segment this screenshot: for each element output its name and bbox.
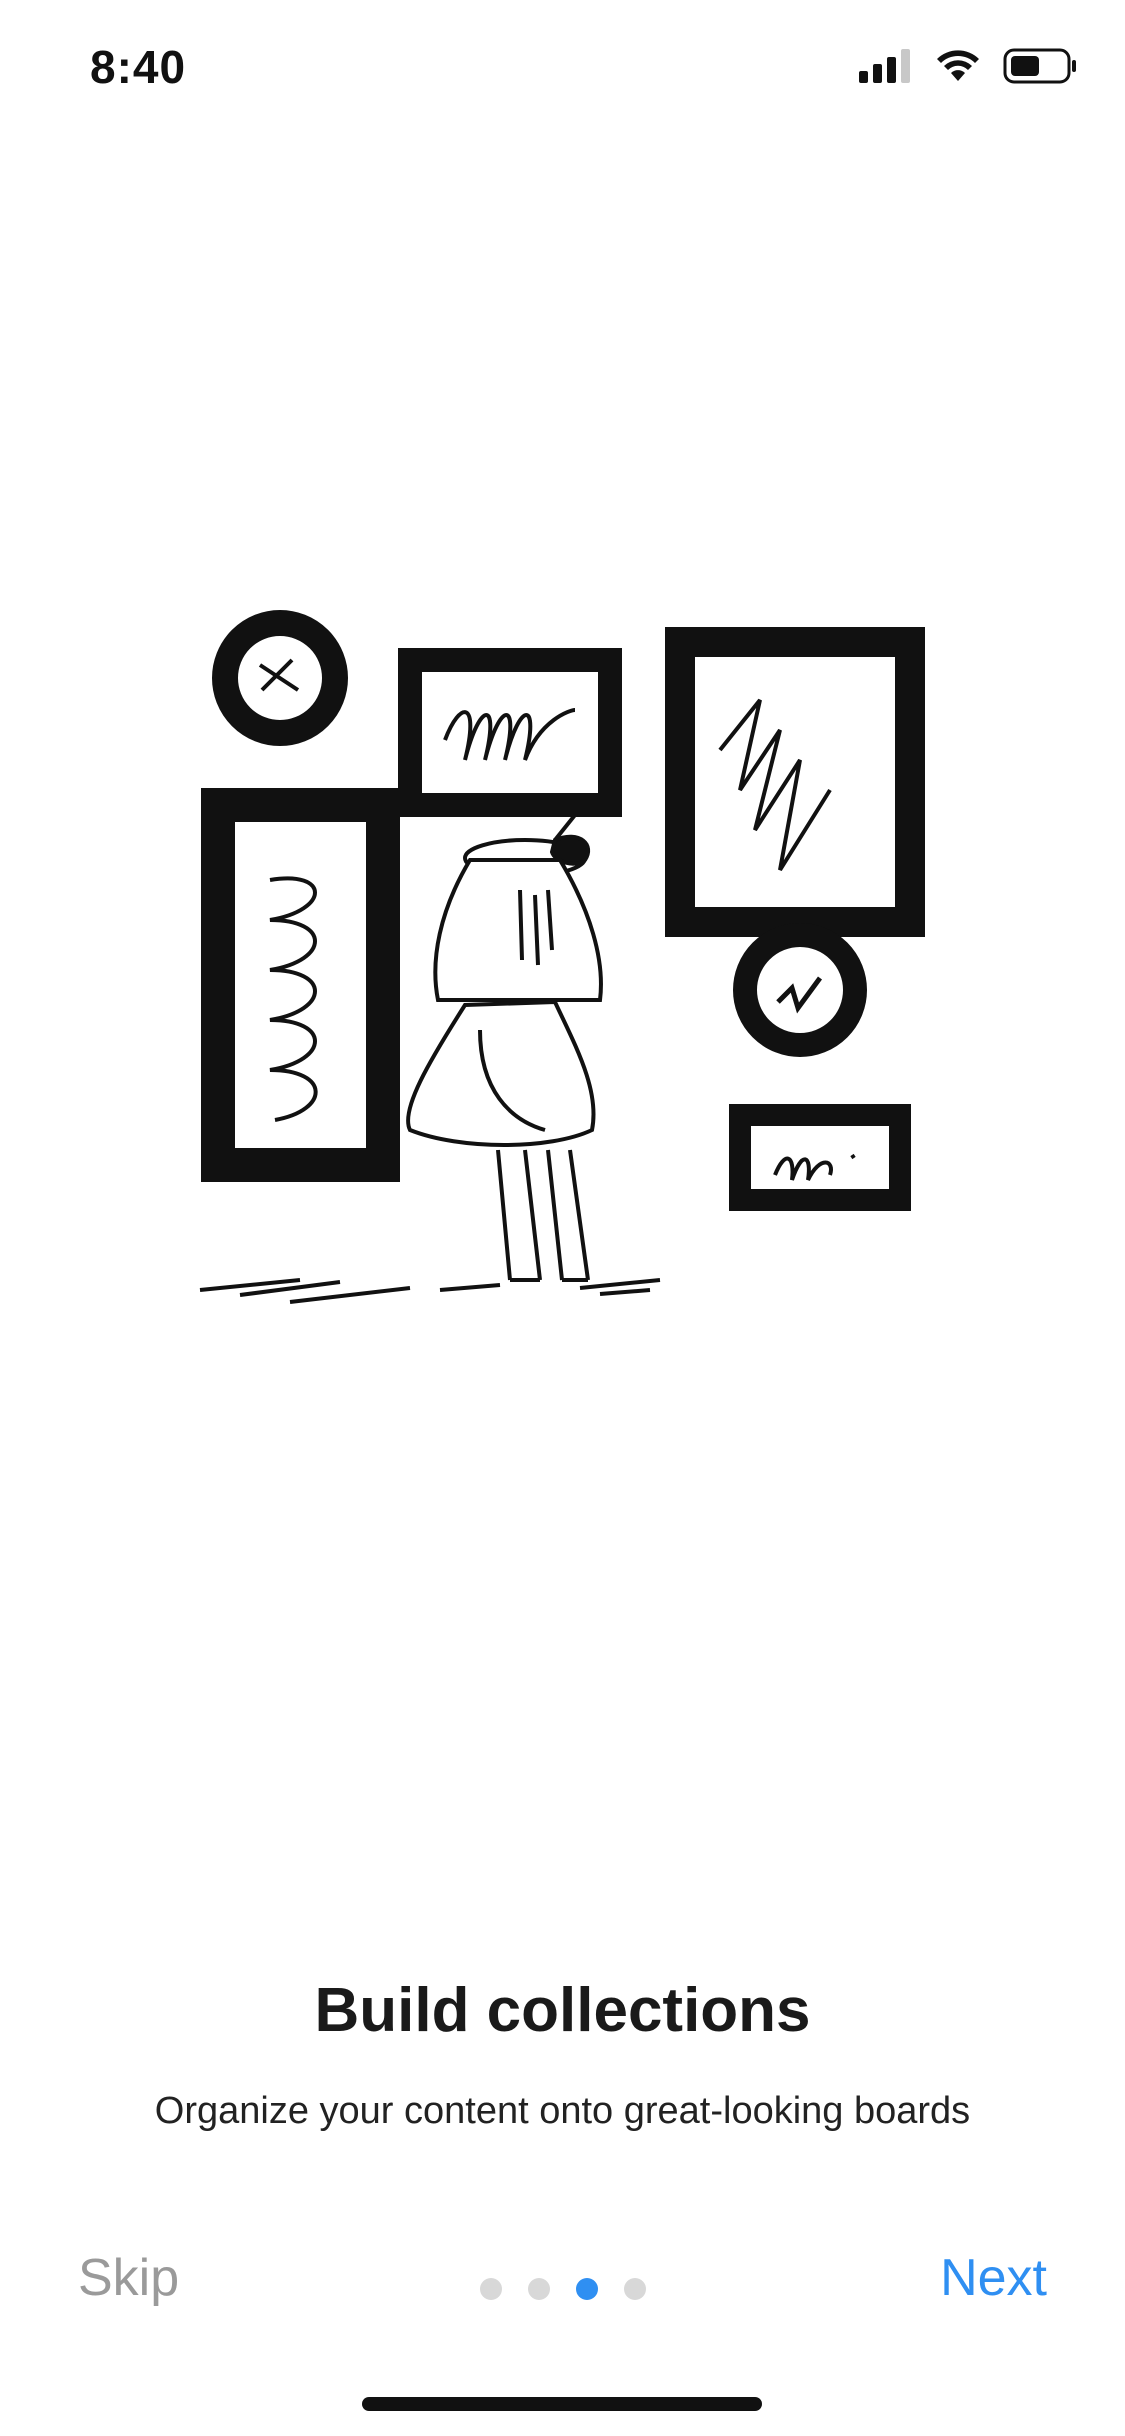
battery-icon (1003, 48, 1076, 84)
person-figure (199, 813, 661, 1304)
wifi-icon (937, 50, 979, 81)
page-dot-1[interactable] (479, 2278, 502, 2300)
next-button[interactable]: Next (940, 2248, 1047, 2308)
page-dot-3[interactable] (575, 2278, 598, 2300)
status-bar: 8:40 (0, 0, 1125, 140)
status-icons (859, 48, 1077, 84)
round-frame-top (212, 610, 348, 746)
frame-spiral (201, 788, 400, 1182)
page-dot-4[interactable] (623, 2278, 646, 2300)
frame-loops (398, 648, 622, 817)
home-indicator[interactable] (362, 2397, 762, 2411)
status-time: 8:40 (90, 41, 187, 93)
onboarding-subtitle: Organize your content onto great-looking… (154, 2090, 971, 2132)
frame-zigzag (665, 627, 925, 937)
gallery-illustration (199, 610, 925, 1304)
onboarding-navigation: Skip Next (0, 2230, 1125, 2330)
round-frame-right (733, 923, 867, 1057)
onboarding-title: Build collections (314, 1976, 811, 2045)
signal-icon (859, 49, 910, 83)
frame-small (729, 1104, 911, 1211)
page-dot-2[interactable] (527, 2278, 550, 2300)
